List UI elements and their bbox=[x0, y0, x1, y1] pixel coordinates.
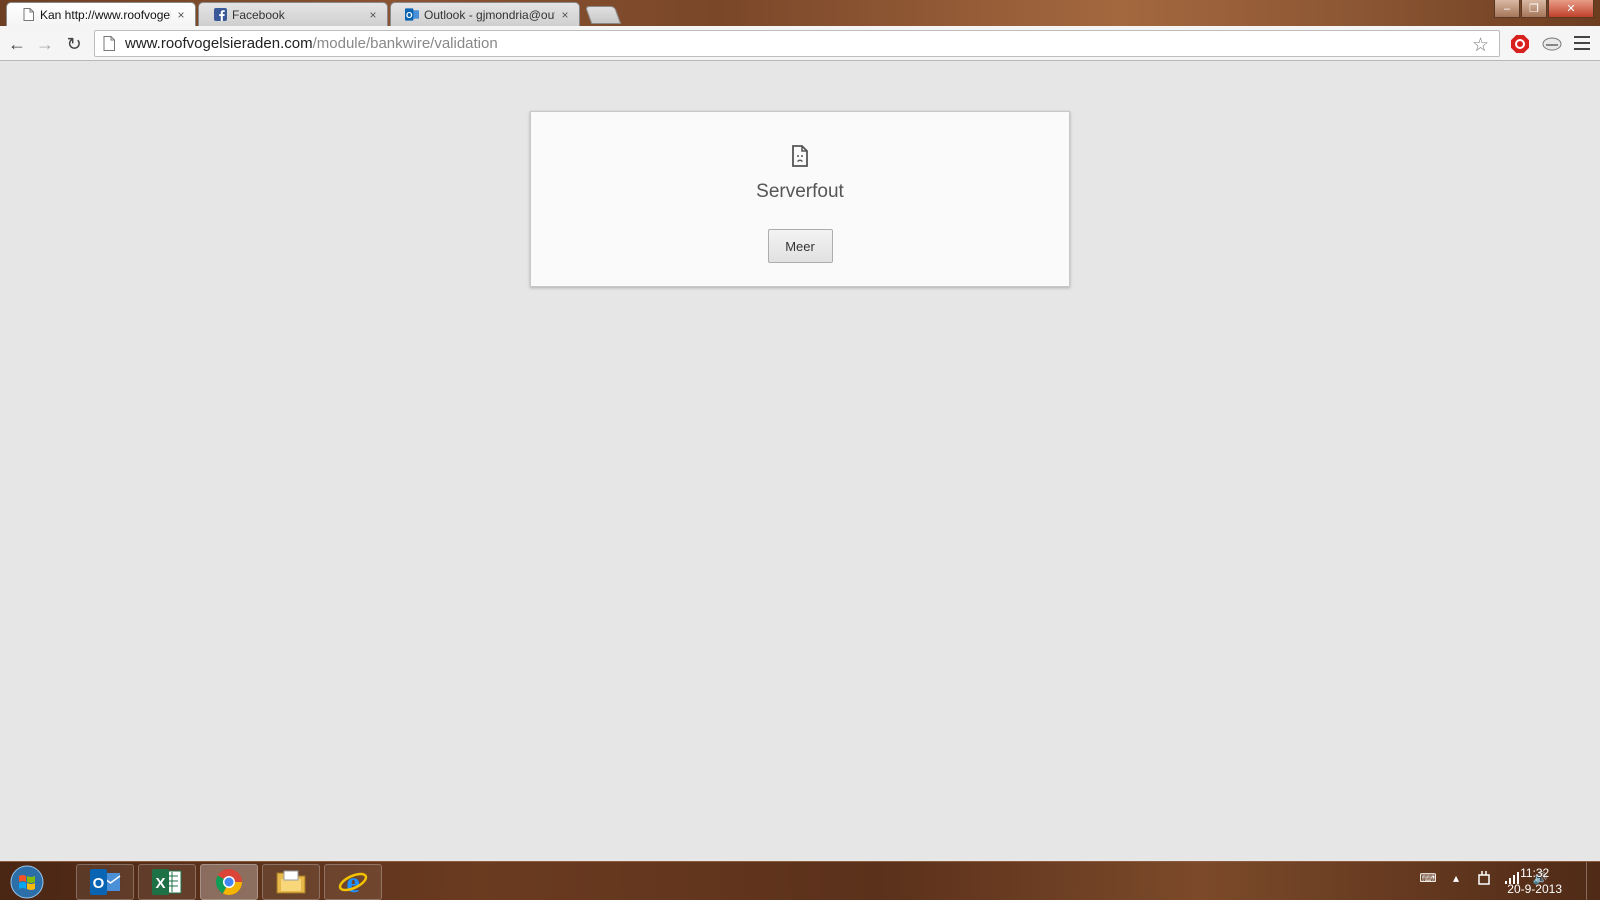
star-icon[interactable]: ☆ bbox=[1472, 34, 1489, 57]
svg-text:O: O bbox=[406, 10, 413, 20]
url-host: www.roofvogelsieraden.com bbox=[125, 35, 313, 52]
taskbar-file-explorer[interactable] bbox=[262, 864, 320, 900]
internet-explorer-icon: e bbox=[338, 867, 368, 897]
window-frame: Kan http://www.roofvogelsieraden.com × F… bbox=[0, 0, 1600, 26]
tab-title: Kan http://www.roofvogelsieraden.com bbox=[40, 7, 171, 22]
excel-icon: X bbox=[152, 869, 182, 895]
tab-outlook[interactable]: O Outlook - gjmondria@outlook.com × bbox=[390, 2, 580, 26]
file-explorer-icon bbox=[276, 870, 306, 894]
taskbar-chrome[interactable] bbox=[200, 864, 258, 900]
taskbar-internet-explorer[interactable]: e bbox=[324, 864, 382, 900]
show-desktop-button[interactable] bbox=[1586, 862, 1600, 900]
tab-title: Outlook - gjmondria@outlook.com bbox=[424, 7, 555, 22]
svg-text:O: O bbox=[93, 875, 105, 892]
clock-time: 11:32 bbox=[1520, 866, 1550, 880]
keyboard-icon[interactable]: ⌨ bbox=[1419, 870, 1436, 886]
clock-date: 20-9-2013 bbox=[1507, 882, 1562, 896]
power-plug-icon[interactable] bbox=[1476, 870, 1492, 886]
tab-facebook[interactable]: Facebook × bbox=[198, 2, 388, 26]
forward-button[interactable]: → bbox=[33, 32, 57, 56]
error-card: Serverfout Meer bbox=[530, 111, 1070, 287]
page-viewport: Serverfout Meer bbox=[0, 61, 1600, 861]
taskbar-outlook[interactable]: O bbox=[76, 864, 134, 900]
reload-button[interactable]: ↻ bbox=[62, 32, 86, 56]
chevron-up-icon[interactable]: ▴ bbox=[1448, 870, 1464, 886]
new-tab-button[interactable] bbox=[584, 6, 622, 24]
close-icon[interactable]: × bbox=[367, 8, 379, 22]
error-title: Serverfout bbox=[756, 181, 844, 202]
page-icon bbox=[103, 36, 115, 51]
outlook-icon: O bbox=[405, 8, 419, 22]
tab-title: Facebook bbox=[232, 7, 285, 22]
browser-toolbar: ← → ↻ www.roofvogelsieraden.com/module/b… bbox=[0, 26, 1600, 61]
maximize-button[interactable]: ❐ bbox=[1521, 0, 1547, 18]
facebook-icon bbox=[213, 8, 227, 22]
windows-logo-icon bbox=[10, 865, 44, 899]
minimize-button[interactable]: – bbox=[1494, 0, 1520, 18]
adblock-icon[interactable] bbox=[1509, 33, 1531, 55]
svg-text:X: X bbox=[155, 875, 165, 892]
back-button[interactable]: ← bbox=[5, 32, 29, 56]
svg-text:e: e bbox=[346, 867, 359, 897]
taskbar-excel[interactable]: X bbox=[138, 864, 196, 900]
url-path: /module/bankwire/validation bbox=[312, 35, 498, 52]
window-controls: – ❐ ✕ bbox=[1493, 0, 1594, 18]
tab-roofvogelsieraden[interactable]: Kan http://www.roofvogelsieraden.com × bbox=[6, 2, 196, 26]
more-button[interactable]: Meer bbox=[767, 229, 833, 263]
chrome-icon bbox=[215, 869, 242, 895]
url-text: www.roofvogelsieraden.com/module/bankwir… bbox=[125, 35, 498, 52]
extension-icon[interactable] bbox=[1541, 33, 1563, 55]
menu-icon[interactable] bbox=[1574, 34, 1590, 52]
sad-document-icon bbox=[792, 145, 808, 167]
start-button[interactable] bbox=[8, 865, 46, 899]
system-clock[interactable]: 11:32 20-9-2013 bbox=[1507, 865, 1562, 897]
address-bar[interactable]: www.roofvogelsieraden.com/module/bankwir… bbox=[94, 30, 1500, 57]
outlook-icon: O bbox=[90, 869, 121, 895]
close-icon[interactable]: × bbox=[175, 8, 187, 22]
taskbar: O X e ⌨ ▴ 🔊 11:32 20-9-2013 bbox=[0, 861, 1600, 900]
close-icon[interactable]: × bbox=[559, 8, 571, 22]
page-icon bbox=[21, 8, 35, 22]
close-window-button[interactable]: ✕ bbox=[1548, 0, 1594, 18]
